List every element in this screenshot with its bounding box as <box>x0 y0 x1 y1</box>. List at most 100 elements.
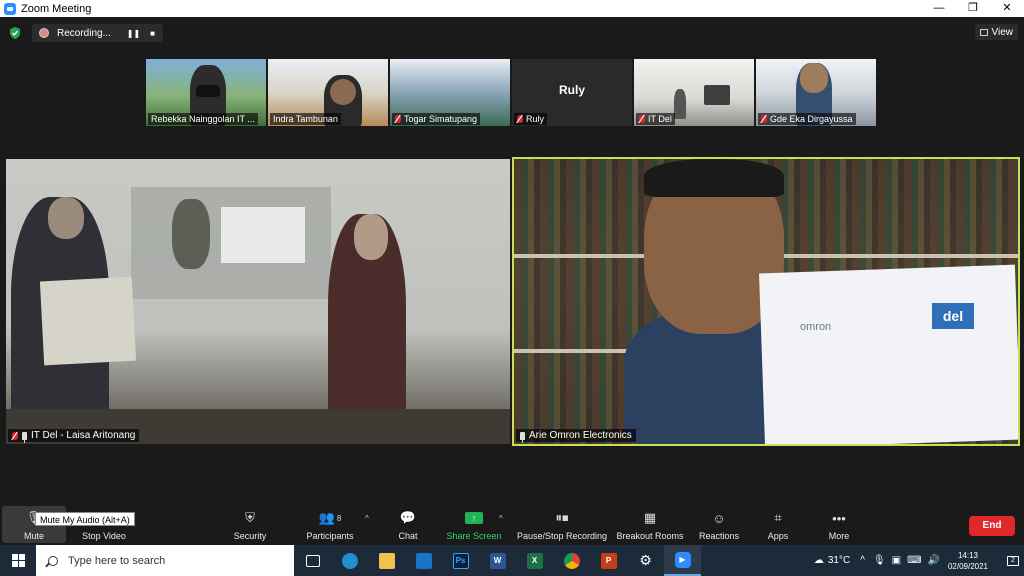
mic-muted-icon <box>761 115 767 123</box>
breakout-rooms-button[interactable]: ▦ Breakout Rooms <box>616 509 684 541</box>
zoom-taskbar-icon[interactable]: ▶ <box>664 545 701 576</box>
tray-zoom-icon[interactable]: ▣ <box>892 555 901 566</box>
mic-muted-icon <box>639 115 645 123</box>
windows-taskbar: Type here to search Ps W X P ⚙ ▶ ☁ 31°C … <box>0 545 1024 576</box>
clock-time: 14:13 <box>957 550 978 560</box>
participant-tile[interactable]: Gde Eka Dirgayussa <box>756 59 876 126</box>
participant-name: Togar Simatupang <box>392 113 481 125</box>
start-button[interactable] <box>0 545 36 576</box>
excel-icon[interactable]: X <box>516 545 553 576</box>
taskbar-clock[interactable]: 14:13 02/09/2021 <box>948 550 988 572</box>
pin-icon <box>22 431 27 443</box>
powerpoint-icon[interactable]: P <box>590 545 627 576</box>
end-meeting-button[interactable]: End <box>969 516 1015 536</box>
reactions-label: Reactions <box>698 531 740 541</box>
reactions-button[interactable]: ☺ Reactions <box>696 509 742 542</box>
maximize-button[interactable]: ❐ <box>956 0 990 17</box>
main-video-left[interactable]: IT Del - Laisa Aritonang <box>6 159 510 444</box>
document-brand-del: del <box>932 303 974 329</box>
participant-name: Rebekka Nainggolan IT ... <box>148 113 258 125</box>
pause-recording-icon[interactable]: ❚❚ <box>127 29 140 38</box>
participant-tile[interactable]: Togar Simatupang <box>390 59 510 126</box>
window-title: Zoom Meeting <box>21 2 92 15</box>
participant-center-name: Ruly <box>558 83 585 97</box>
mic-muted-icon <box>517 115 523 123</box>
participant-name: Indra Tambunan <box>270 113 341 125</box>
photoshop-icon[interactable]: Ps <box>442 545 479 576</box>
task-view-icon[interactable] <box>294 545 331 576</box>
search-placeholder: Type here to search <box>68 554 166 567</box>
recording-indicator: Recording... ❚❚ ■ <box>32 24 163 42</box>
minimize-button[interactable]: — <box>922 0 956 17</box>
meeting-toolbar: 🎙 Mute ▶ Stop Video ⛨ Security 👥8 Partic… <box>0 504 1024 545</box>
participant-tile[interactable]: Indra Tambunan <box>268 59 388 126</box>
pin-icon <box>520 431 525 443</box>
weather-cloud-icon[interactable]: ☁ <box>814 555 824 566</box>
participant-tile[interactable]: IT Del <box>634 59 754 126</box>
view-button[interactable]: View <box>974 24 1018 40</box>
chat-bubble-icon: 💬 <box>399 510 417 525</box>
security-shield-icon: ⛨ <box>245 510 255 525</box>
participant-tile[interactable]: Rebekka Nainggolan IT ... <box>146 59 266 126</box>
taskbar-search[interactable]: Type here to search <box>36 545 294 576</box>
participants-count: 8 <box>336 513 342 523</box>
pause-stop-recording-button[interactable]: ⏸⏹ Pause/Stop Recording <box>514 509 610 541</box>
participant-tile[interactable]: Ruly Ruly <box>512 59 632 126</box>
share-screen-label: Share Screen <box>446 531 502 541</box>
settings-gear-icon[interactable]: ⚙ <box>627 545 664 576</box>
share-caret-icon[interactable]: ^ <box>499 514 503 523</box>
volume-icon[interactable]: 🔊 <box>928 555 940 566</box>
mail-icon[interactable] <box>405 545 442 576</box>
participants-icon: 👥 8 <box>318 510 342 525</box>
recording-dot-icon <box>39 28 49 38</box>
window-controls: — ❐ ✕ <box>922 0 1024 17</box>
stop-video-label: Stop Video <box>82 531 126 541</box>
apps-button[interactable]: ⌗ Apps <box>760 509 796 541</box>
share-screen-icon: ↑ <box>444 509 504 527</box>
main-video-right[interactable]: omron del Arie Omron Electronics <box>512 157 1020 446</box>
encryption-shield-icon[interactable] <box>10 27 20 39</box>
mute-label: Mute <box>23 531 44 541</box>
chat-label: Chat <box>398 531 418 541</box>
pause-stop-recording-label: Pause/Stop Recording <box>516 531 608 541</box>
recording-status: Recording... <box>57 27 111 39</box>
network-icon[interactable]: ⌨ <box>907 555 921 566</box>
file-explorer-icon[interactable] <box>368 545 405 576</box>
participant-name: IT Del <box>636 113 675 125</box>
tray-microphone-icon[interactable]: 🎙 <box>873 555 886 566</box>
notification-center-icon[interactable]: 2 <box>1002 555 1024 566</box>
stop-recording-icon[interactable]: ■ <box>150 29 155 38</box>
participant-name: Ruly <box>514 113 548 125</box>
edge-icon[interactable] <box>331 545 368 576</box>
mic-muted-icon <box>12 431 18 440</box>
apps-icon: ⌗ <box>774 510 782 525</box>
video-name-label: Arie Omron Electronics <box>516 429 636 443</box>
participants-caret-icon[interactable]: ^ <box>365 514 369 523</box>
zoom-app-icon <box>4 2 16 15</box>
chrome-icon[interactable] <box>553 545 590 576</box>
smiley-icon: ☺ <box>712 510 726 526</box>
windows-logo-icon <box>11 554 25 567</box>
breakout-rooms-label: Breakout Rooms <box>616 531 684 541</box>
word-icon[interactable]: W <box>479 545 516 576</box>
chat-button[interactable]: 💬 Chat <box>388 509 428 541</box>
mic-muted-icon <box>395 115 401 123</box>
system-tray: ☁ 31°C ^ 🎙 ▣ ⌨ 🔊 14:13 02/09/2021 2 <box>814 545 1024 576</box>
breakout-rooms-icon: ▦ <box>643 510 657 525</box>
weather-temperature[interactable]: 31°C <box>828 555 850 566</box>
participants-label: Participants <box>306 531 354 541</box>
more-button[interactable]: ••• More <box>820 509 858 542</box>
security-button[interactable]: ⛨ Security <box>226 509 274 541</box>
pause-stop-icon: ⏸⏹ <box>555 510 569 525</box>
search-icon <box>48 555 58 566</box>
participant-strip: Rebekka Nainggolan IT ... Indra Tambunan… <box>146 59 876 126</box>
close-button[interactable]: ✕ <box>990 0 1024 17</box>
window-titlebar: Zoom Meeting — ❐ ✕ <box>0 0 1024 17</box>
document-brand-omron: omron <box>800 321 832 333</box>
participants-button[interactable]: 👥 8 Participants <box>302 509 358 541</box>
tray-chevron-icon[interactable]: ^ <box>860 555 865 566</box>
participant-name: Gde Eka Dirgayussa <box>758 113 856 125</box>
share-screen-button[interactable]: ↑ Share Screen <box>444 509 504 541</box>
security-label: Security <box>233 531 267 541</box>
view-grid-icon <box>979 28 988 36</box>
